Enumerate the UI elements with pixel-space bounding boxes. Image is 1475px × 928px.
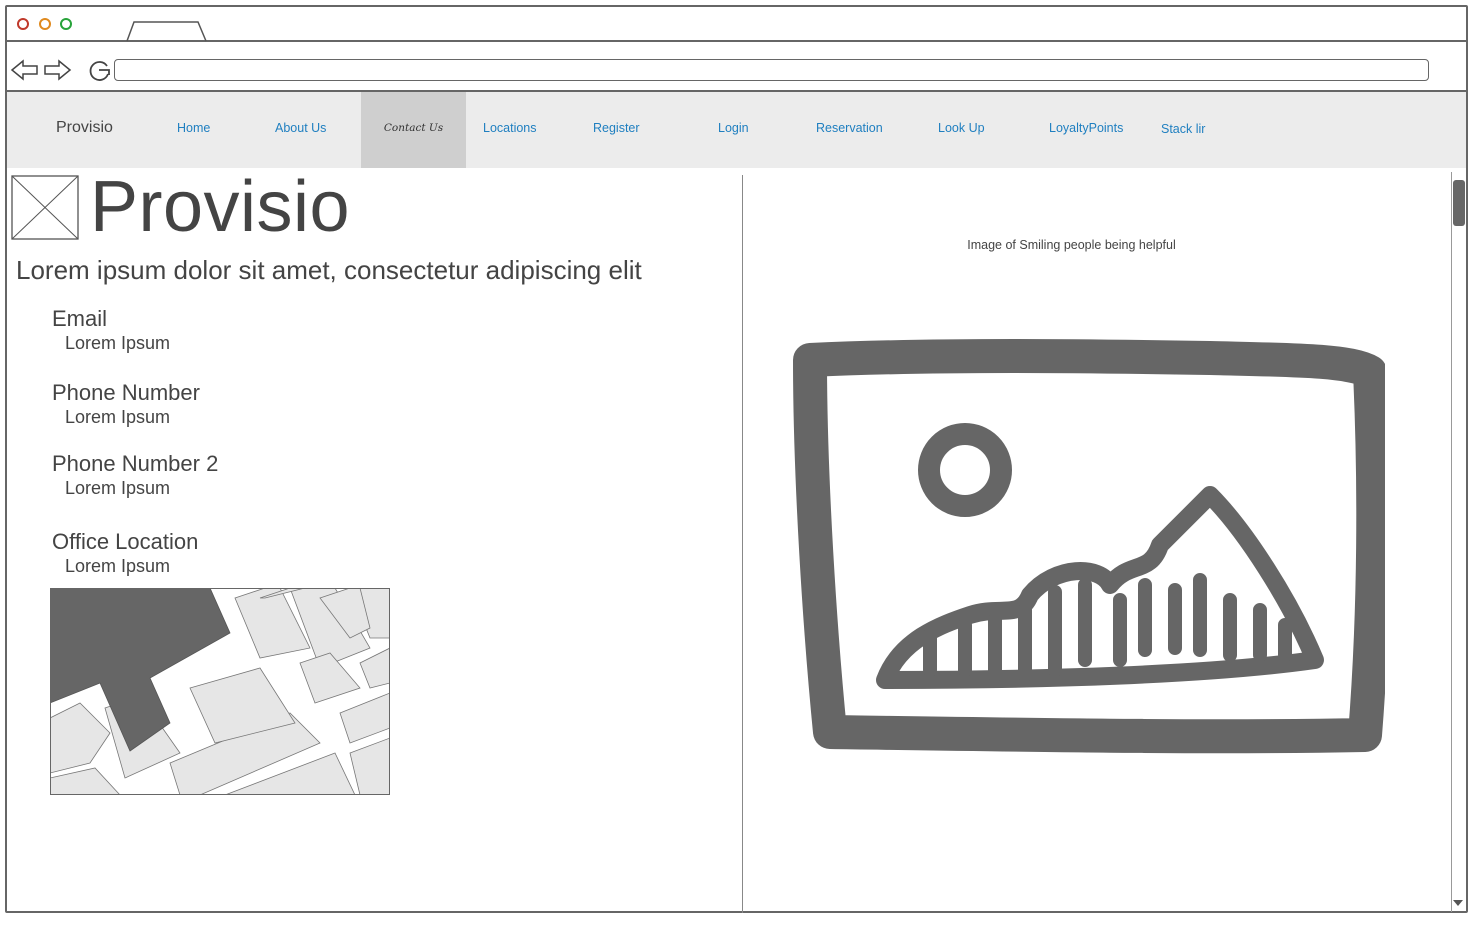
forward-arrow-icon[interactable] <box>43 58 73 82</box>
close-dot-icon[interactable] <box>17 18 29 30</box>
office-location-value: Lorem Ipsum <box>65 556 171 576</box>
phone2-value: Lorem Ipsum <box>65 478 171 498</box>
phone-value: Lorem Ipsum <box>65 407 171 427</box>
nav-brand[interactable]: Provisio <box>56 119 113 137</box>
nav-item-home[interactable]: Home <box>177 121 210 135</box>
nav-item-look-up[interactable]: Look Up <box>938 121 985 135</box>
nav-item-about-us[interactable]: About Us <box>275 121 326 135</box>
phone-label: Phone Number <box>52 380 200 405</box>
nav-item-locations[interactable]: Locations <box>483 121 537 135</box>
page-title: Provisio <box>90 167 351 247</box>
phone2-label: Phone Number 2 <box>52 451 219 476</box>
browser-titlebar <box>7 7 1466 42</box>
column-divider <box>742 175 743 913</box>
email-label: Email <box>52 306 108 331</box>
browser-tab[interactable] <box>126 20 208 42</box>
page-subtitle: Lorem ipsum dolor sit amet, consectetur … <box>16 255 642 285</box>
map-image[interactable] <box>50 588 390 795</box>
email-value: Lorem Ipsum <box>65 333 171 353</box>
nav-item-reservation[interactable]: Reservation <box>816 121 883 135</box>
image-caption: Image of Smiling people being helpful <box>967 238 1176 252</box>
back-arrow-icon[interactable] <box>10 58 40 82</box>
scroll-down-arrow-icon[interactable] <box>1453 900 1463 906</box>
nav-item-loyalty-points[interactable]: LoyaltyPoints <box>1049 121 1123 135</box>
image-placeholder-icon <box>793 339 1385 754</box>
minimize-dot-icon[interactable] <box>39 18 51 30</box>
nav-item-register[interactable]: Register <box>593 121 640 135</box>
reload-icon[interactable] <box>87 58 113 84</box>
scrollbar-track[interactable] <box>1451 172 1466 912</box>
nav-item-contact-us[interactable]: Contact Us <box>361 122 466 134</box>
nav-item-stack[interactable]: Stack lir <box>1161 122 1205 136</box>
nav-item-login[interactable]: Login <box>718 121 749 135</box>
scrollbar-thumb[interactable] <box>1453 180 1465 226</box>
maximize-dot-icon[interactable] <box>60 18 72 30</box>
url-field[interactable] <box>114 59 1429 81</box>
office-location-label: Office Location <box>52 529 199 554</box>
logo-placeholder-icon <box>11 175 79 240</box>
